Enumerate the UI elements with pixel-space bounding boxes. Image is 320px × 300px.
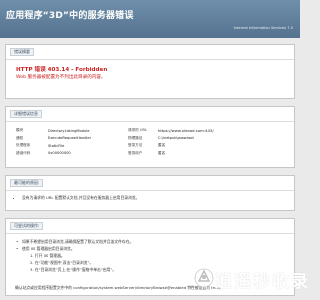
- watermark: 逍遥秒收录: [193, 265, 308, 292]
- causes-tag: 最可能的原因:: [10, 179, 44, 187]
- error-summary-tag: 错误摘要: [10, 48, 34, 56]
- detail-key: 模块: [16, 128, 24, 133]
- detail-key: 通知: [16, 135, 24, 140]
- details-table: 模块 DirectoryListingModule 请求的 URL https:…: [16, 127, 286, 157]
- solutions-tag: 可尝试的操作:: [10, 222, 44, 230]
- table-row: 错误代码 0x00000000 登录用户 匿名: [16, 150, 286, 158]
- divider: [6, 190, 294, 191]
- details-panel: 详细错误信息 模块 DirectoryListingModule 请求的 URL…: [5, 106, 295, 168]
- list-item: 如果不希望启用目录浏览,请确保配置了默认文档并且该文件存在。: [16, 238, 288, 245]
- list-item: 没有为请求的 URL 配置默认文档,并且没有在服务器上启用目录浏览。: [22, 195, 139, 201]
- table-row: 通知 ExecuteRequestHandler 物理路径 C:\inetpub…: [16, 135, 286, 143]
- detail-value: 匿名: [158, 150, 166, 155]
- detail-value: StaticFile: [48, 143, 65, 148]
- detail-value: C:\inetpub\wwwroot: [158, 136, 194, 141]
- list-item: 1. 打开 IIS 管理器。: [30, 253, 65, 258]
- server-version: Internet Information Services 7.5: [233, 26, 293, 30]
- detail-key: 登录方法: [128, 143, 143, 148]
- page-header: 应用程序“3D”中的服务器错误 Internet Information Ser…: [0, 0, 300, 38]
- page-title: 应用程序“3D”中的服务器错误: [6, 11, 134, 21]
- detail-value: https://www.xleoad.com:443/: [158, 128, 214, 134]
- detail-key: 请求的 URL: [128, 128, 148, 133]
- detail-value: DirectoryListingModule: [48, 128, 90, 133]
- detail-key: 物理路径: [128, 135, 143, 140]
- error-description: Web 服务器被配置为不列出此目录的内容。: [16, 75, 106, 80]
- detail-value: ExecuteRequestHandler: [48, 136, 92, 141]
- table-row: 处理程序 StaticFile 登录方法 匿名: [16, 142, 286, 150]
- causes-panel: 最可能的原因: 没有为请求的 URL 配置默认文档,并且没有在服务器上启用目录浏…: [5, 175, 295, 211]
- detail-key: 错误代码: [16, 150, 31, 155]
- config-note: 确认站点或应用程序配置文件中的 configuration/system.web…: [15, 285, 223, 290]
- detail-value: 0x00000000: [48, 151, 71, 156]
- divider: [6, 121, 294, 122]
- detail-value: 匿名: [158, 143, 166, 148]
- detail-key: 登录用户: [128, 150, 143, 155]
- divider: [6, 59, 294, 60]
- detail-key: 处理程序: [16, 143, 31, 148]
- list-item: 使用 IIS 管理器启用目录浏览。: [16, 245, 288, 252]
- watermark-text: 逍遥秒收录: [215, 272, 310, 292]
- details-tag: 详细错误信息: [10, 110, 42, 118]
- table-row: 模块 DirectoryListingModule 请求的 URL https:…: [16, 127, 286, 135]
- divider: [6, 233, 294, 234]
- error-summary-panel: 错误摘要 HTTP 错误 403.14 - Forbidden Web 服务器被…: [5, 44, 295, 99]
- causes-list: 没有为请求的 URL 配置默认文档,并且没有在服务器上启用目录浏览。: [16, 195, 139, 201]
- error-title: HTTP 错误 403.14 - Forbidden: [16, 67, 108, 73]
